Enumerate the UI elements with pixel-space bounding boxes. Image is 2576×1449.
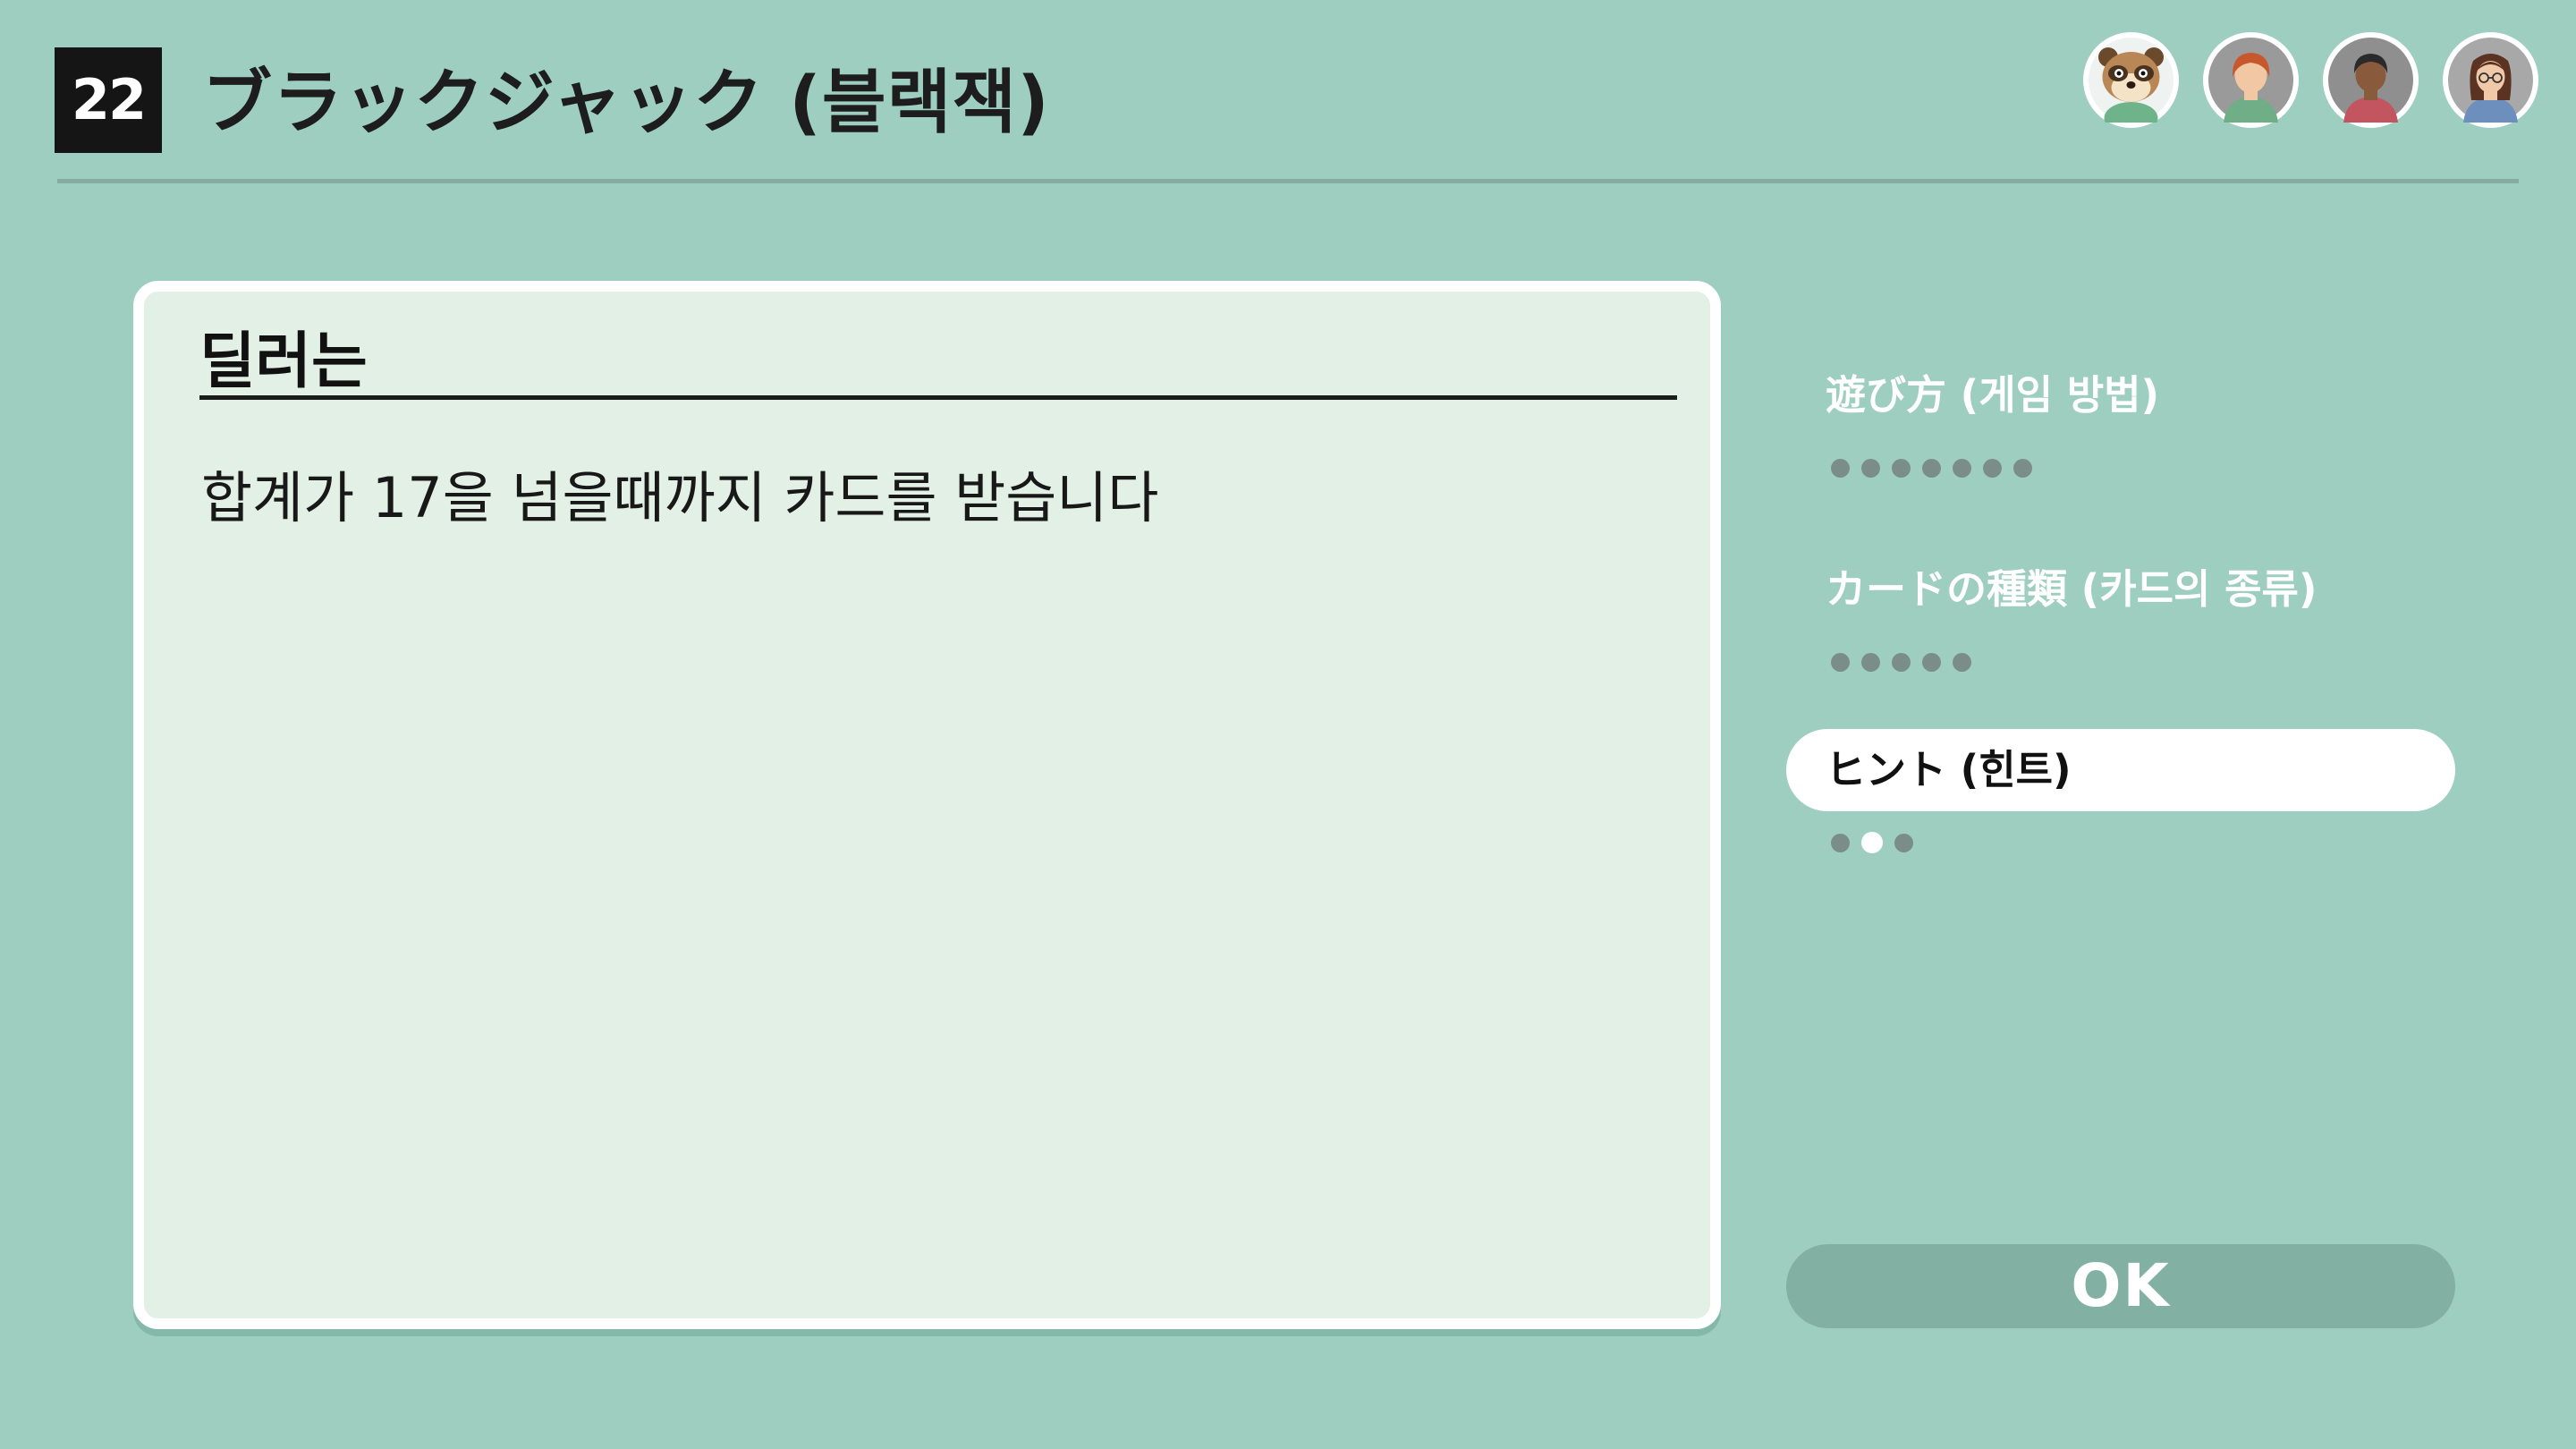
page-dot	[1894, 833, 1913, 852]
game-number-badge: 22	[55, 47, 162, 153]
menu-item-how-to-play[interactable]: 遊び方 (게임 방법)	[1786, 354, 2455, 436]
help-menu: 遊び方 (게임 방법) カードの種類 (카드의 종류) ヒント (힌트)	[1786, 354, 2455, 874]
page-indicator-card-types	[1786, 631, 2455, 693]
menu-group-hints: ヒント (힌트)	[1786, 729, 2455, 874]
game-title: ブラックジャック (블랙잭)	[202, 63, 1050, 143]
page-dot	[1831, 458, 1850, 478]
page-dot	[1953, 458, 1971, 478]
menu-item-card-types[interactable]: カードの種類 (카드의 종류)	[1786, 548, 2455, 631]
menu-item-hints[interactable]: ヒント (힌트)	[1786, 729, 2455, 811]
page-dot	[1831, 652, 1850, 672]
page-dot-current	[1861, 832, 1883, 853]
dark-hair-player-avatar	[2323, 32, 2419, 128]
ok-button[interactable]: OK	[1786, 1244, 2455, 1328]
page-dot	[1983, 458, 2002, 478]
hint-content-panel: 딜러는 합계가 17을 넘을때까지 카드를 받습니다	[133, 281, 1721, 1329]
page-dot	[1831, 833, 1850, 852]
player-avatars	[2083, 32, 2538, 128]
page-dot	[1861, 458, 1880, 478]
header-divider	[57, 179, 2519, 183]
red-hair-player-avatar	[2203, 32, 2299, 128]
glasses-player-avatar	[2443, 32, 2538, 128]
menu-group-how-to-play: 遊び方 (게임 방법)	[1786, 354, 2455, 499]
dark-hair-person-icon	[2328, 38, 2413, 123]
panel-heading-divider	[199, 395, 1677, 400]
glasses-person-icon	[2448, 38, 2533, 123]
page-indicator-hints	[1786, 811, 2455, 874]
page-dot	[1922, 458, 1941, 478]
page-dot	[1953, 652, 1971, 672]
panel-heading: 딜러는	[199, 326, 368, 397]
page-dot	[2013, 458, 2032, 478]
menu-group-card-types: カードの種類 (카드의 종류)	[1786, 548, 2455, 693]
red-hair-person-icon	[2208, 38, 2293, 123]
page-indicator-how-to-play	[1786, 436, 2455, 499]
page-dot	[1861, 652, 1880, 672]
header: 22 ブラックジャック (블랙잭)	[0, 0, 2576, 188]
page-dot	[1892, 652, 1911, 672]
page-dot	[1922, 652, 1941, 672]
panel-body-text: 합계가 17을 넘을때까지 카드를 받습니다	[201, 465, 1159, 530]
raccoon-player-avatar	[2083, 32, 2179, 128]
page-dot	[1892, 458, 1911, 478]
raccoon-face-icon	[2089, 38, 2174, 123]
